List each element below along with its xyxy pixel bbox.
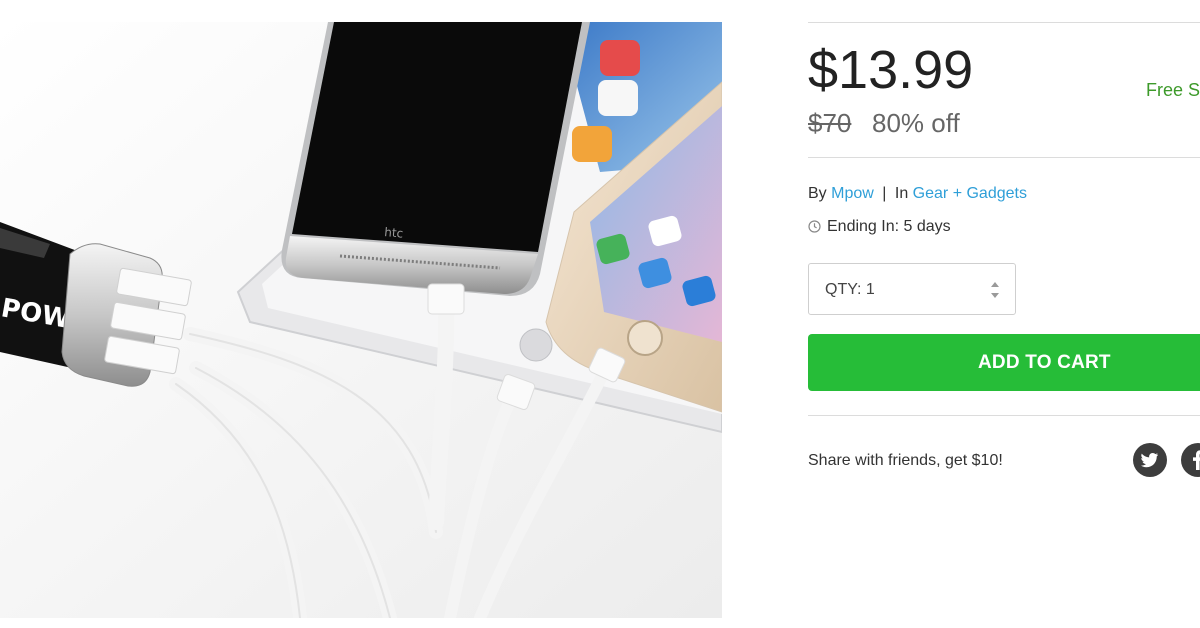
svg-text:htc: htc — [384, 225, 404, 241]
brand-link[interactable]: Mpow — [831, 185, 874, 202]
cart-divider — [808, 415, 1200, 416]
product-image: htc POW — [0, 22, 722, 618]
updown-chevron-icon — [989, 279, 1001, 306]
twitter-icon[interactable] — [1133, 443, 1167, 477]
ending-text: Ending In: 5 days — [827, 218, 951, 235]
add-to-cart-button[interactable]: ADD TO CART — [808, 334, 1200, 391]
in-label: In — [894, 185, 909, 202]
share-text: Share with friends, get $10! — [808, 452, 1003, 469]
deal-panel: $13.99 Free Sh $70 80% off By Mpow | In … — [808, 0, 1200, 628]
facebook-icon[interactable] — [1181, 443, 1200, 477]
byline-separator: | — [882, 185, 887, 202]
by-label: By — [808, 185, 827, 202]
sale-price: $13.99 — [808, 40, 974, 100]
clock-icon — [808, 220, 821, 238]
ending-timer: Ending In: 5 days — [808, 218, 951, 238]
price-divider — [808, 157, 1200, 158]
quantity-value: QTY: 1 — [825, 281, 875, 298]
quantity-select[interactable]: QTY: 1 — [808, 263, 1016, 315]
free-shipping-label: Free Sh — [1146, 80, 1200, 100]
original-price: $70 — [808, 108, 852, 138]
add-to-cart-label: ADD TO CART — [978, 351, 1111, 373]
htc-phone: htc — [281, 22, 590, 296]
discount-label: 80% off — [872, 108, 960, 138]
category-link[interactable]: Gear + Gadgets — [913, 185, 1027, 202]
top-divider — [808, 22, 1200, 23]
byline: By Mpow | In Gear + Gadgets — [808, 185, 1027, 203]
